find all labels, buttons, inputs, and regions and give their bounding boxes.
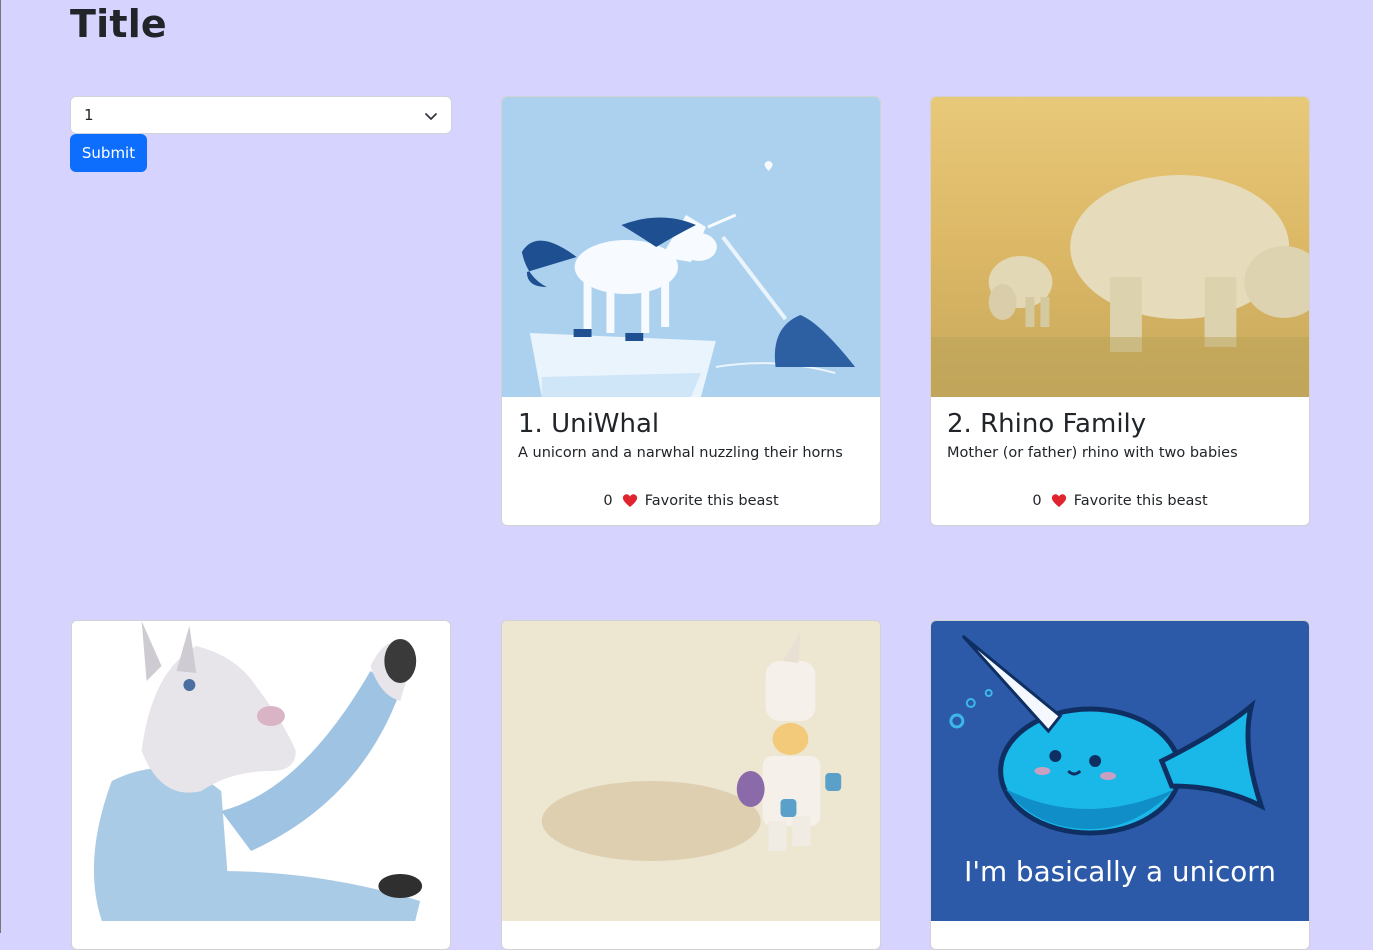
narwhal-cartoon-image[interactable]: I'm basically a unicorn <box>931 621 1309 921</box>
favorite-label: Favorite this beast <box>644 493 779 509</box>
card-title: 2. Rhino Family <box>947 409 1147 439</box>
favorite-count: 0 <box>1032 493 1042 509</box>
beast-select[interactable]: 1 <box>70 96 452 134</box>
beast-select-value: 1 <box>84 106 94 124</box>
narwhal-caption: I'm basically a unicorn <box>964 855 1276 888</box>
favorite-row[interactable]: 0 Favorite this beast <box>518 493 864 509</box>
favorite-row[interactable]: 0 Favorite this beast <box>947 493 1293 509</box>
submit-button[interactable]: Submit <box>70 134 147 172</box>
beast-card: I'm basically a unicorn <box>930 620 1310 950</box>
page-title: Title <box>70 2 167 46</box>
lego-unicorn-image[interactable] <box>502 621 880 921</box>
unicorn-mask-image[interactable] <box>72 621 450 921</box>
card-description: A unicorn and a narwhal nuzzling their h… <box>518 445 843 461</box>
favorite-count: 0 <box>603 493 613 509</box>
card-description: Mother (or father) rhino with two babies <box>947 445 1238 461</box>
heart-icon[interactable] <box>1051 493 1067 508</box>
card-title: 1. UniWhal <box>518 409 660 439</box>
beast-card <box>71 620 451 950</box>
unicorn-narwhal-image[interactable] <box>502 97 880 397</box>
chevron-down-icon <box>425 113 437 120</box>
beast-card: 2. Rhino Family Mother (or father) rhino… <box>930 96 1310 526</box>
beast-card: 1. UniWhal A unicorn and a narwhal nuzzl… <box>501 96 881 526</box>
heart-icon[interactable] <box>622 493 638 508</box>
filter-form: 1 Submit <box>70 96 452 172</box>
rhino-family-image[interactable] <box>931 97 1309 397</box>
favorite-label: Favorite this beast <box>1073 493 1208 509</box>
beast-card <box>501 620 881 950</box>
